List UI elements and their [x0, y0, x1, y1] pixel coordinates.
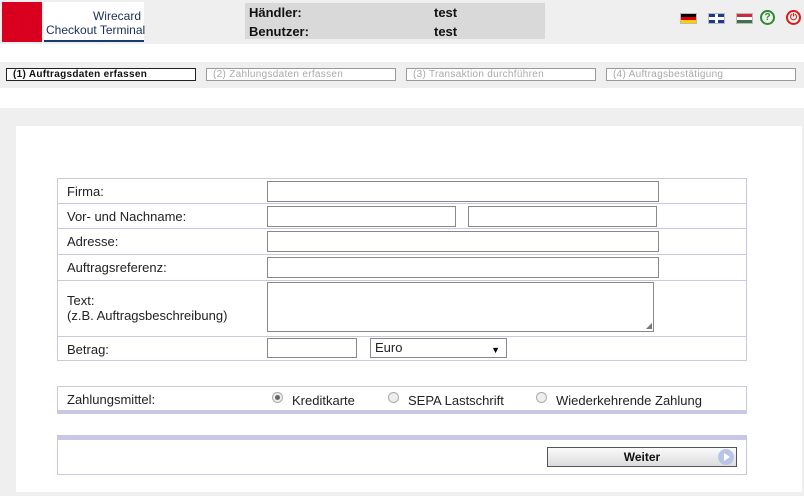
text-label-hint: (z.B. Auftragsbeschreibung): [67, 308, 228, 323]
next-button[interactable]: Weiter: [547, 447, 737, 467]
row-divider: [57, 228, 747, 229]
payment-label: Zahlungsmittel:: [67, 392, 156, 407]
row-divider: [57, 280, 747, 281]
merchant-label: Händler:: [249, 5, 302, 20]
power-icon[interactable]: ⏻: [786, 10, 801, 25]
flag-gb-icon[interactable]: [708, 13, 725, 24]
step-4: (4) Auftragsbestätigung: [606, 68, 796, 81]
flag-hu-icon[interactable]: [736, 13, 753, 24]
resize-grip-icon[interactable]: ◢: [646, 321, 652, 330]
reference-label: Auftragsreferenz:: [67, 260, 167, 275]
flag-de-icon[interactable]: [680, 13, 697, 24]
currency-selected-value: Euro: [375, 340, 403, 355]
logo-red-square: [2, 2, 42, 42]
currency-select[interactable]: Euro ▼: [370, 338, 507, 358]
company-input[interactable]: [267, 181, 659, 202]
step-3: (3) Transaktion durchführen: [406, 68, 596, 81]
firstname-input[interactable]: [267, 206, 456, 227]
company-label: Firma:: [67, 184, 104, 199]
user-label: Benutzer:: [249, 24, 309, 39]
merchant-value: test: [434, 5, 458, 20]
logo-line2: Checkout Terminal: [46, 23, 146, 37]
text-label: Text:: [67, 293, 95, 308]
row-divider: [57, 203, 747, 204]
lastname-input[interactable]: [468, 206, 657, 227]
logo: Wirecard Checkout Terminal: [44, 2, 146, 42]
radio-creditcard[interactable]: [272, 392, 283, 403]
description-textarea[interactable]: [267, 282, 654, 332]
amount-label: Betrag:: [67, 342, 109, 357]
radio-creditcard-label[interactable]: Kreditkarte: [292, 393, 355, 408]
row-divider: [57, 254, 747, 255]
row-divider: [57, 336, 747, 337]
user-value: test: [434, 24, 458, 39]
radio-sepa-label[interactable]: SEPA Lastschrift: [408, 393, 504, 408]
radio-sepa[interactable]: [388, 392, 399, 403]
arrow-right-icon: [718, 449, 734, 465]
radio-recurring[interactable]: [536, 392, 547, 403]
step-2: (2) Zahlungsdaten erfassen: [206, 68, 396, 81]
logo-line1: Wirecard: [92, 9, 141, 23]
radio-recurring-label[interactable]: Wiederkehrende Zahlung: [556, 393, 702, 408]
amount-input[interactable]: [267, 338, 357, 358]
address-input[interactable]: [267, 231, 659, 252]
next-button-label: Weiter: [623, 450, 661, 464]
dropdown-arrow-icon: ▼: [491, 345, 500, 355]
text-area-wrapper: ◢: [267, 282, 654, 332]
step-1: (1) Auftragsdaten erfassen: [6, 68, 196, 81]
help-icon[interactable]: ?: [760, 10, 775, 25]
name-label: Vor- und Nachname:: [67, 209, 187, 224]
address-label: Adresse:: [67, 234, 119, 249]
reference-input[interactable]: [267, 257, 659, 278]
session-info: Händler: test Benutzer: test: [245, 3, 545, 39]
